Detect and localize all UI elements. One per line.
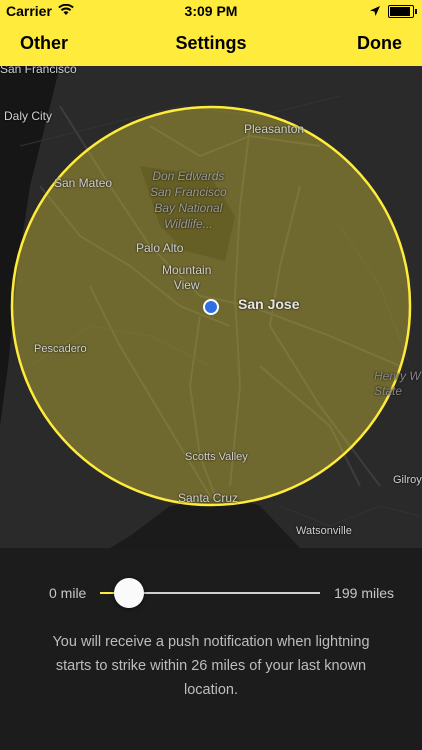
slider-max-label: 199 miles — [334, 585, 394, 601]
map-label-san-jose: San Jose — [238, 296, 300, 312]
map-label-daly-city: Daly City — [4, 109, 53, 123]
map-label-henry-w-coe-state-park: Henry W State — [374, 369, 421, 398]
map-label-san-francisco: San Francisco — [0, 66, 77, 76]
nav-bar: Other Settings Done — [0, 22, 422, 66]
map-label-wildlife-refuge: Don Edwards San Francisco Bay National W… — [150, 169, 227, 231]
map-label-palo-alto: Palo Alto — [136, 241, 184, 255]
map-label-pleasanton: Pleasanton — [244, 122, 305, 136]
notification-description: You will receive a push notification whe… — [52, 634, 370, 698]
map-label-scotts-valley: Scotts Valley — [185, 451, 248, 463]
battery-level — [390, 6, 410, 16]
map-label-san-mateo: San Mateo — [54, 176, 113, 190]
radius-slider-row: 0 mile 199 miles — [0, 578, 422, 608]
map-label-pescadero: Pescadero — [34, 343, 87, 355]
map-label-mountain-view: Mountain View — [162, 263, 212, 292]
settings-panel: 0 mile 199 miles You will receive a push… — [0, 548, 422, 750]
map-canvas — [0, 66, 422, 548]
map-label-watsonville: Watsonville — [296, 525, 352, 537]
radius-slider[interactable] — [100, 578, 320, 608]
location-arrow-icon — [370, 3, 380, 19]
slider-thumb[interactable] — [113, 578, 144, 608]
map-label-santa-cruz: Santa Cruz — [178, 491, 239, 505]
done-button[interactable]: Done — [357, 33, 402, 54]
map-view[interactable]: San Francisco Daly City Pleasanton San M… — [0, 66, 422, 548]
location-dot — [205, 301, 217, 313]
status-bar: Carrier 3:09 PM — [0, 0, 422, 22]
map-label-gilroy: Gilroy — [393, 474, 422, 486]
status-time: 3:09 PM — [184, 3, 238, 19]
battery-icon — [388, 4, 417, 18]
slider-min-label: 0 mile — [49, 585, 87, 601]
